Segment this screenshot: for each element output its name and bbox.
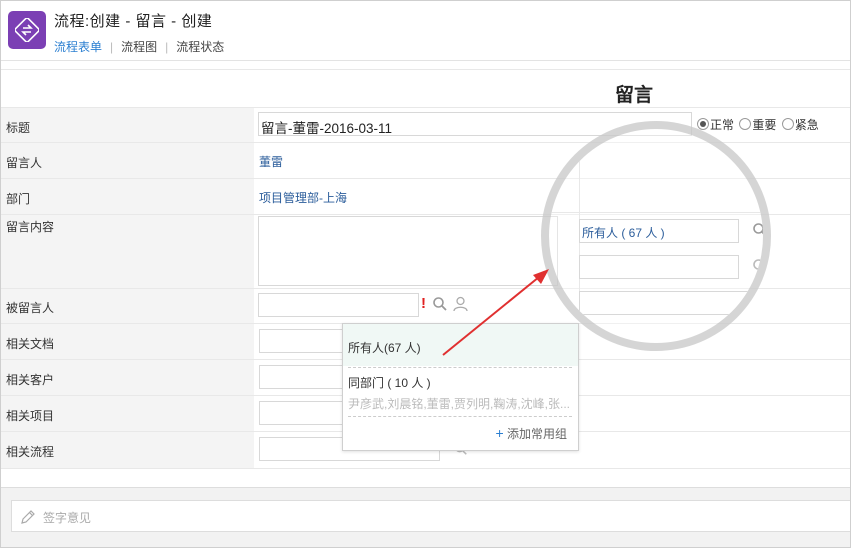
footer-bar: 签字意见 <box>1 487 850 547</box>
sign-placeholder: 签字意见 <box>43 511 92 525</box>
app-window: 流程:创建 - 留言 - 创建 流程表单 | 流程图 | 流程状态 留言 标题 留言-董… <box>0 0 851 548</box>
arrow-annotation <box>442 269 549 356</box>
sign-opinion-input[interactable]: 签字意见 <box>11 500 850 532</box>
pencil-icon <box>21 510 35 524</box>
